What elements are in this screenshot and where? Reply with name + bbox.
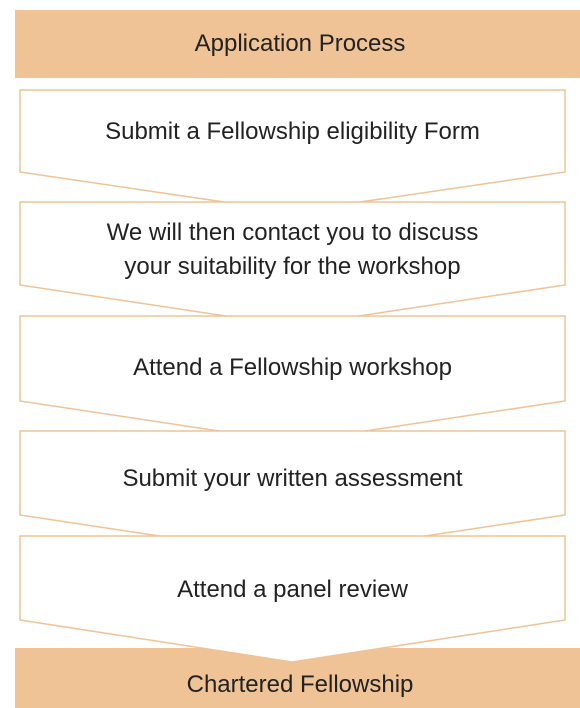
step-2-line-2: your suitability for the workshop	[124, 253, 461, 280]
step-4-label: Submit your written assessment	[20, 462, 565, 496]
step-1-line-1: Submit a Fellowship eligibility Form	[105, 118, 480, 145]
step-3-label: Attend a Fellowship workshop	[20, 351, 565, 385]
step-1-chevron	[19, 89, 566, 213]
step-5-line-1: Attend a panel review	[177, 576, 408, 603]
step-3-line-1: Attend a Fellowship workshop	[133, 354, 452, 381]
step-4-line-1: Submit your written assessment	[122, 465, 463, 492]
step-5-label: Attend a panel review	[20, 573, 565, 607]
step-2-label: We will then contact you to discuss your…	[20, 216, 565, 284]
step-2-line-1: We will then contact you to discuss	[106, 219, 479, 246]
step-1-label: Submit a Fellowship eligibility Form	[20, 115, 565, 149]
